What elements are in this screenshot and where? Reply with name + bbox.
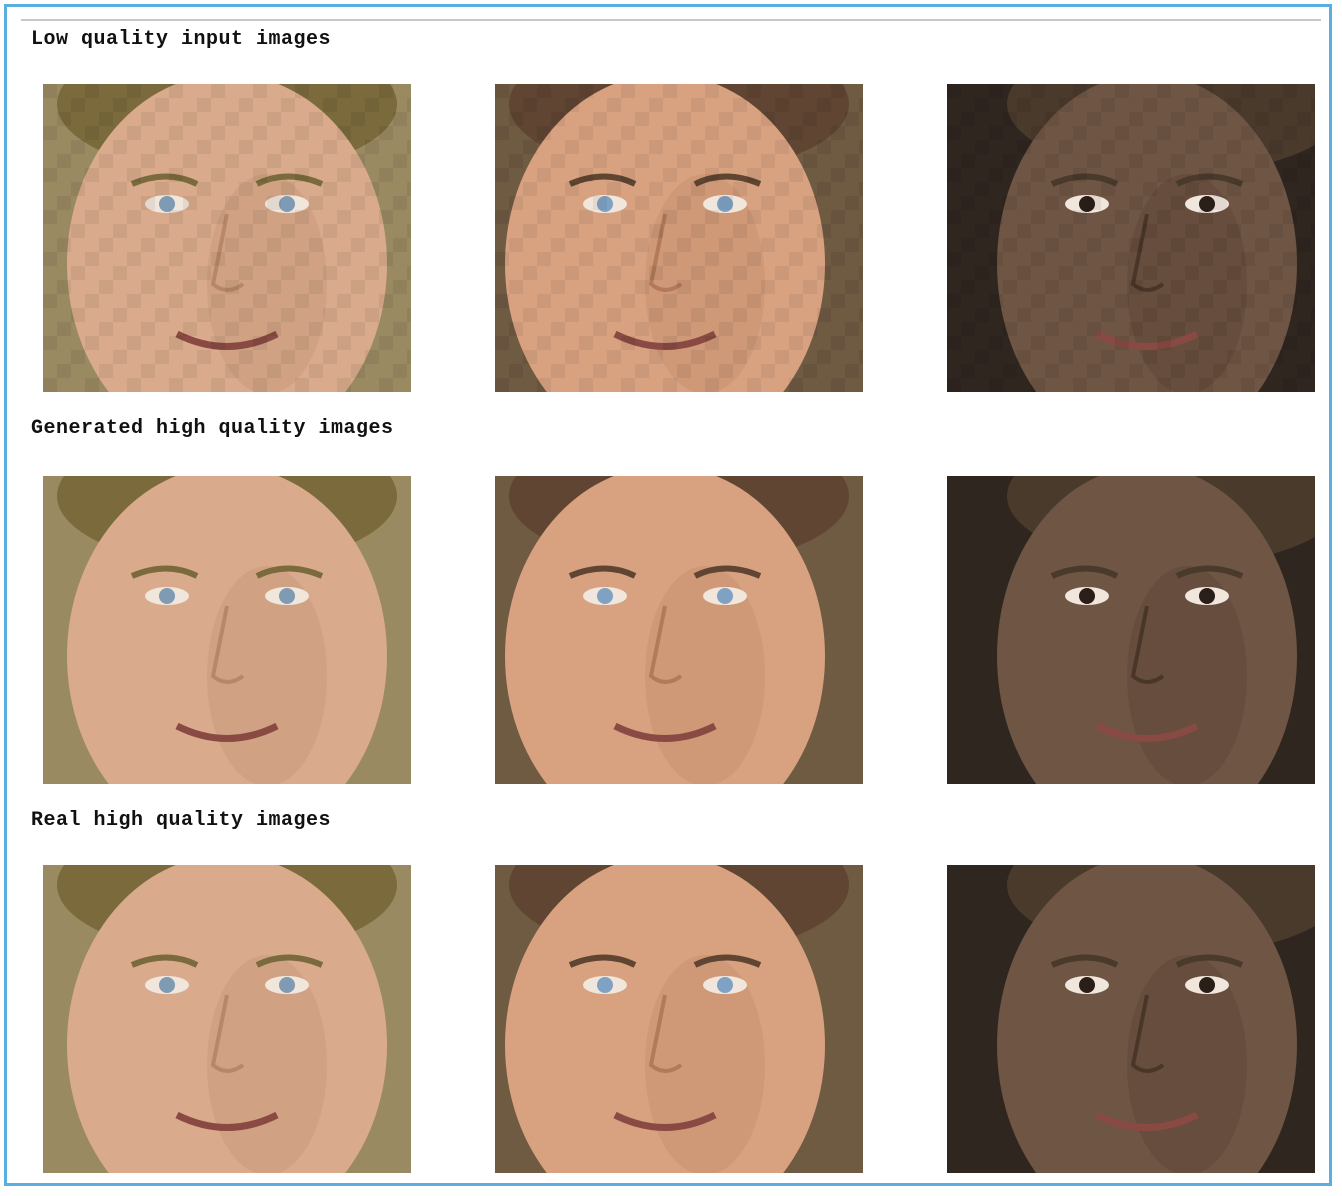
face-image-real-1 <box>43 865 411 1173</box>
section-title-low: Low quality input images <box>31 28 332 51</box>
face-image-real-3 <box>947 865 1315 1173</box>
figure-frame: Low quality input images Generated high … <box>4 4 1332 1186</box>
face-image-low-1 <box>43 84 411 392</box>
top-divider <box>21 19 1321 21</box>
section-title-real: Real high quality images <box>31 809 332 832</box>
face-image-low-2 <box>495 84 863 392</box>
section-title-generated: Generated high quality images <box>31 417 394 440</box>
face-image-low-3 <box>947 84 1315 392</box>
face-image-generated-3 <box>947 476 1315 784</box>
face-image-generated-1 <box>43 476 411 784</box>
face-image-generated-2 <box>495 476 863 784</box>
face-image-real-2 <box>495 865 863 1173</box>
